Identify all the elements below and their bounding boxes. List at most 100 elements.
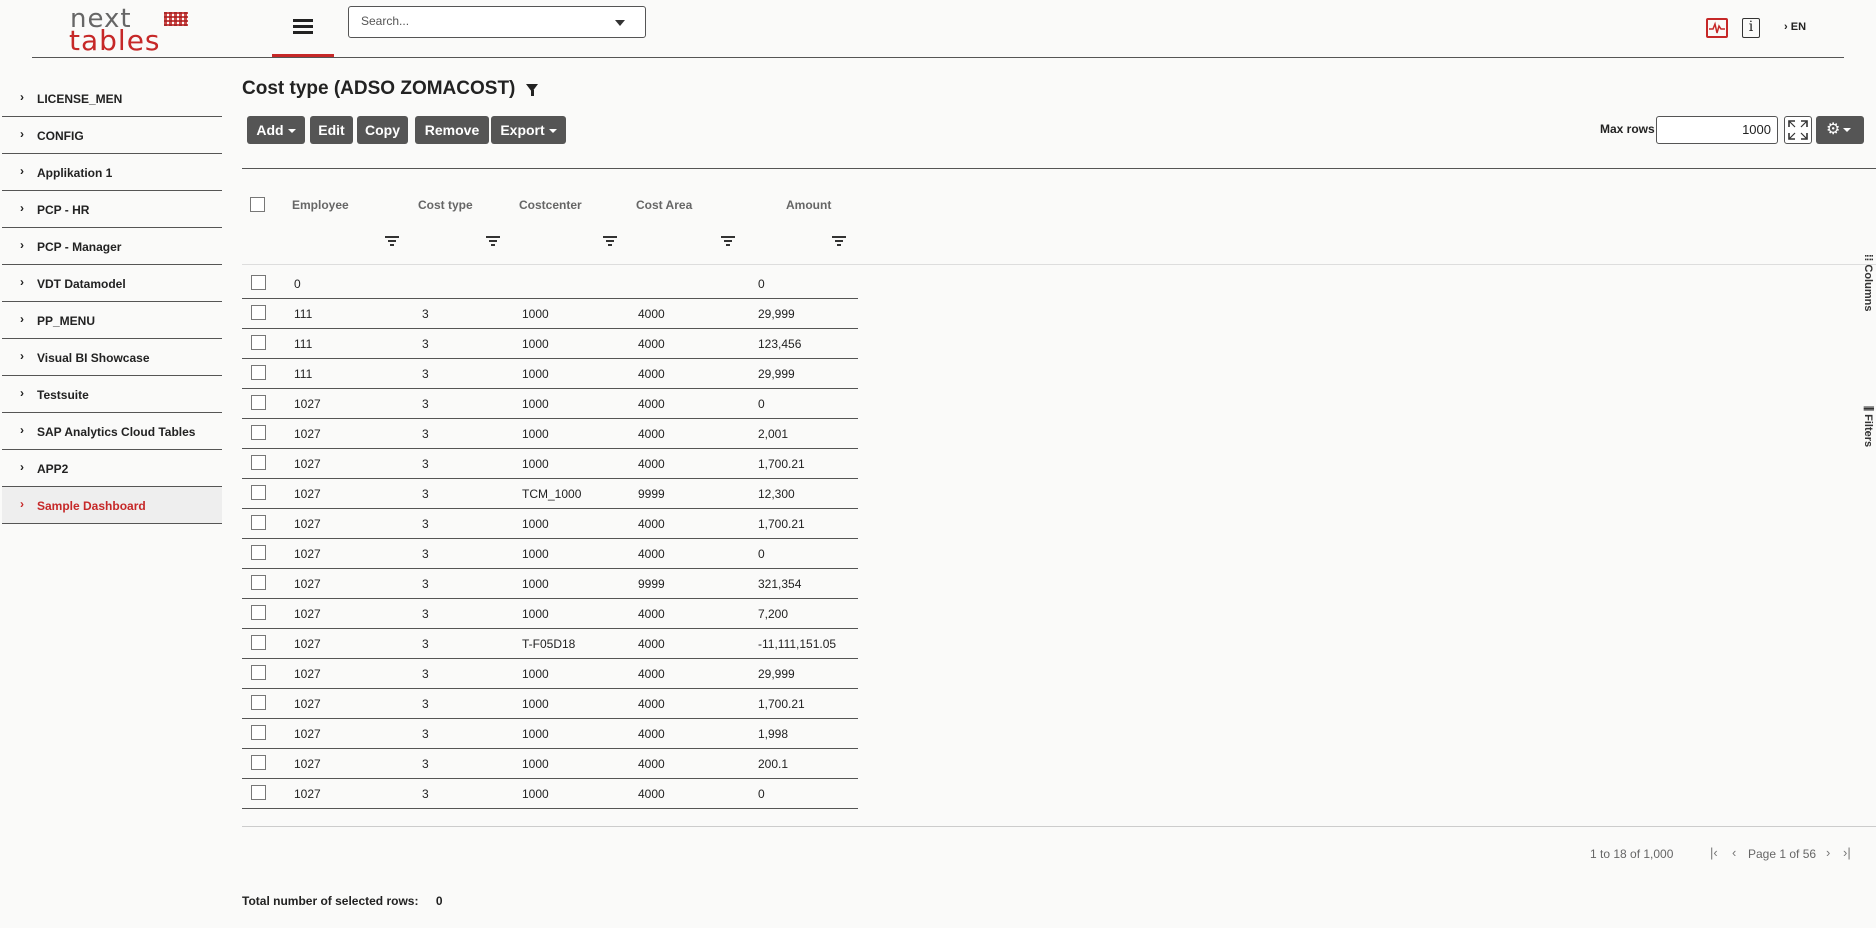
table-cell: 1027 (294, 547, 321, 561)
chevron-right-icon: › (20, 90, 24, 104)
row-checkbox[interactable] (251, 545, 266, 560)
sidebar-item-pcp-manager[interactable]: › PCP - Manager (2, 228, 222, 265)
column-header-employee[interactable]: Employee (292, 198, 349, 212)
copy-button[interactable]: Copy (357, 116, 408, 144)
table-row[interactable]: 1027 3 1000 4000 29,999 (242, 658, 858, 689)
table-row[interactable]: 1027 3 1000 4000 0 (242, 778, 858, 809)
table-row[interactable]: 111 3 1000 4000 29,999 (242, 298, 858, 329)
activity-monitor-icon[interactable] (1706, 18, 1728, 38)
last-page-icon[interactable]: ›| (1843, 845, 1851, 860)
table-cell: 1000 (522, 517, 549, 531)
filter-icon[interactable] (526, 84, 538, 96)
table-row[interactable]: 1027 3 1000 4000 1,998 (242, 718, 858, 749)
table-row[interactable]: 1027 3 1000 4000 1,700.21 (242, 508, 858, 539)
table-cell: 1027 (294, 517, 321, 531)
sidebar-item-pp-menu[interactable]: › PP_MENU (2, 302, 222, 339)
row-checkbox[interactable] (251, 605, 266, 620)
table-cell: 4000 (638, 367, 665, 381)
table-row[interactable]: 1027 3 1000 4000 1,700.21 (242, 448, 858, 479)
toolbar-divider (242, 168, 1876, 169)
row-checkbox[interactable] (251, 395, 266, 410)
row-checkbox[interactable] (251, 305, 266, 320)
row-checkbox[interactable] (251, 335, 266, 350)
row-checkbox[interactable] (251, 275, 266, 290)
row-checkbox[interactable] (251, 665, 266, 680)
table-cell: 4000 (638, 547, 665, 561)
table-row[interactable]: 1027 3 1000 4000 0 (242, 538, 858, 569)
column-filter-icon[interactable] (721, 236, 735, 248)
row-checkbox[interactable] (251, 695, 266, 710)
copy-button-label: Copy (365, 122, 400, 138)
first-page-icon[interactable]: |‹ (1710, 845, 1718, 860)
sidebar-item-testsuite[interactable]: › Testsuite (2, 376, 222, 413)
table-cell: 7,200 (758, 607, 789, 621)
max-rows-input[interactable]: 1000 (1656, 116, 1778, 144)
column-filter-icon[interactable] (603, 236, 617, 248)
add-button[interactable]: Add (247, 116, 305, 144)
row-checkbox[interactable] (251, 455, 266, 470)
sidebar-item-sap-analytics-cloud-tables[interactable]: › SAP Analytics Cloud Tables (2, 413, 222, 450)
column-filter-icon[interactable] (486, 236, 500, 248)
language-selector[interactable]: › EN (1784, 21, 1806, 33)
menu-toggle-button[interactable] (272, 0, 334, 58)
table-cell: 4000 (638, 607, 665, 621)
nexttables-logo[interactable]: next tables (69, 4, 190, 57)
chevron-down-icon[interactable] (615, 20, 625, 26)
sidebar-item-config[interactable]: › CONFIG (2, 117, 222, 154)
columns-side-tab[interactable]: ⁞⁞ Columns (1862, 254, 1874, 311)
prev-page-icon[interactable]: ‹ (1732, 845, 1736, 860)
table-row[interactable]: 1027 3 TCM_1000 9999 12,300 (242, 478, 858, 509)
settings-button[interactable]: ⚙ (1816, 116, 1864, 144)
search-box[interactable] (348, 6, 646, 38)
table-row[interactable]: 111 3 1000 4000 123,456 (242, 328, 858, 359)
column-header-costcenter[interactable]: Costcenter (519, 198, 582, 212)
column-header-cost-type[interactable]: Cost type (418, 198, 473, 212)
table-row[interactable]: 1027 3 1000 4000 200.1 (242, 748, 858, 779)
select-all-checkbox[interactable] (250, 197, 265, 212)
table-row[interactable]: 1027 3 1000 4000 1,700.21 (242, 688, 858, 719)
sidebar-item-visual-bi-showcase[interactable]: › Visual BI Showcase (2, 339, 222, 376)
table-row[interactable]: 1027 3 1000 9999 321,354 (242, 568, 858, 599)
table-row[interactable]: 1027 3 T-F05D18 4000 -11,111,151.05 (242, 628, 858, 659)
row-checkbox[interactable] (251, 515, 266, 530)
chevron-right-icon: › (20, 349, 24, 363)
row-checkbox[interactable] (251, 575, 266, 590)
row-checkbox[interactable] (251, 425, 266, 440)
export-button[interactable]: Export (491, 116, 566, 144)
row-checkbox[interactable] (251, 755, 266, 770)
sidebar-item-label: PCP - Manager (37, 240, 122, 254)
table-cell: 3 (422, 547, 429, 561)
row-checkbox[interactable] (251, 635, 266, 650)
table-row[interactable]: 00 (242, 268, 858, 299)
column-filter-icon[interactable] (385, 236, 399, 248)
sidebar-item-sample-dashboard[interactable]: › Sample Dashboard (2, 487, 222, 524)
column-filter-icon[interactable] (832, 236, 846, 248)
info-icon[interactable]: i (1742, 18, 1760, 38)
sidebar-item-app2[interactable]: › APP2 (2, 450, 222, 487)
table-row[interactable]: 1027 3 1000 4000 7,200 (242, 598, 858, 629)
row-checkbox[interactable] (251, 365, 266, 380)
sidebar-item-applikation-1[interactable]: › Applikation 1 (2, 154, 222, 191)
sidebar-nav: › LICENSE_MEN › CONFIG › Applikation 1 › PCP… (2, 80, 222, 524)
next-page-icon[interactable]: › (1826, 845, 1830, 860)
sidebar-item-license-men[interactable]: › LICENSE_MEN (2, 80, 222, 117)
table-row[interactable]: 1027 3 1000 4000 2,001 (242, 418, 858, 449)
edit-button[interactable]: Edit (310, 116, 353, 144)
sidebar-item-pcp-hr[interactable]: › PCP - HR (2, 191, 222, 228)
sidebar-item-label: LICENSE_MEN (37, 92, 123, 106)
row-checkbox[interactable] (251, 785, 266, 800)
row-checkbox[interactable] (251, 485, 266, 500)
search-input[interactable] (359, 13, 613, 29)
fullscreen-button[interactable] (1784, 116, 1812, 144)
row-checkbox[interactable] (251, 725, 266, 740)
column-header-amount[interactable]: Amount (786, 198, 831, 212)
table-cell: 29,999 (758, 367, 795, 381)
table-row[interactable]: 1027 3 1000 4000 0 (242, 388, 858, 419)
table-cell: 1027 (294, 577, 321, 591)
header-divider (32, 57, 1844, 58)
column-header-cost-area[interactable]: Cost Area (636, 198, 692, 212)
sidebar-item-vdt-datamodel[interactable]: › VDT Datamodel (2, 265, 222, 302)
filters-side-tab[interactable]: ⫼ Filters (1862, 406, 1874, 447)
remove-button[interactable]: Remove (415, 116, 489, 144)
table-row[interactable]: 111 3 1000 4000 29,999 (242, 358, 858, 389)
